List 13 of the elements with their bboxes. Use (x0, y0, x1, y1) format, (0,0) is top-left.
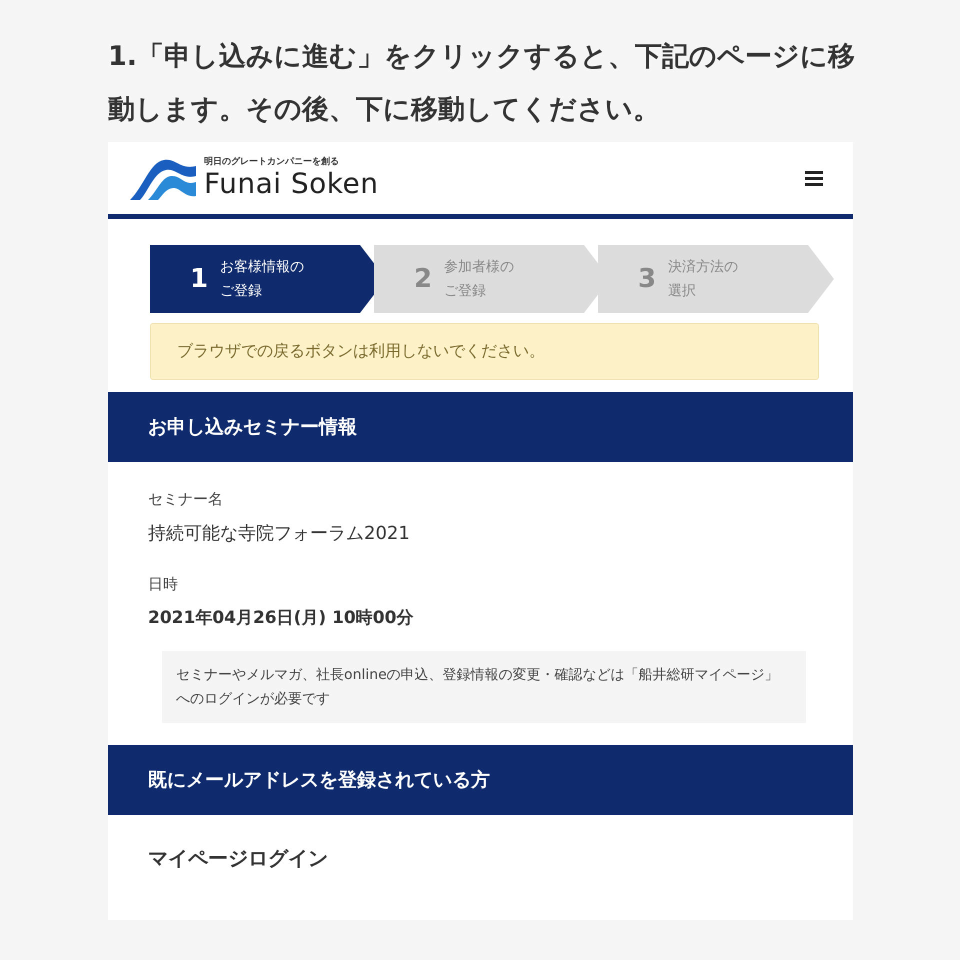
field-label: 日時 (148, 575, 179, 594)
brand-name: Funai Soken (204, 168, 378, 200)
info-note: セミナーやメルマガ、社長onlineの申込、登録情報の変更・確認などは「船井総研マイページ」へのログインが必要です (162, 651, 806, 723)
menu-icon[interactable] (805, 170, 823, 186)
field-value: 持続可能な寺院フォーラム2021 (148, 522, 411, 545)
section-header: 既にメールアドレスを登録されている方 (108, 745, 853, 815)
section-header: お申し込みセミナー情報 (108, 392, 853, 462)
instruction-text: 1.「申し込みに進む」をクリックすると、下記のページに移動します。その後、下に移動してください。 (108, 40, 856, 127)
tagline: 明日のグレートカンパニーを創る (204, 156, 340, 168)
warning-message: ブラウザでの戻るボタンは利用しないでください。 (150, 323, 819, 380)
subsection-title: マイページログイン (147, 845, 329, 872)
field-value: 2021年04月26日(月) 10時00分 (148, 607, 414, 629)
field-label: セミナー名 (148, 490, 224, 509)
